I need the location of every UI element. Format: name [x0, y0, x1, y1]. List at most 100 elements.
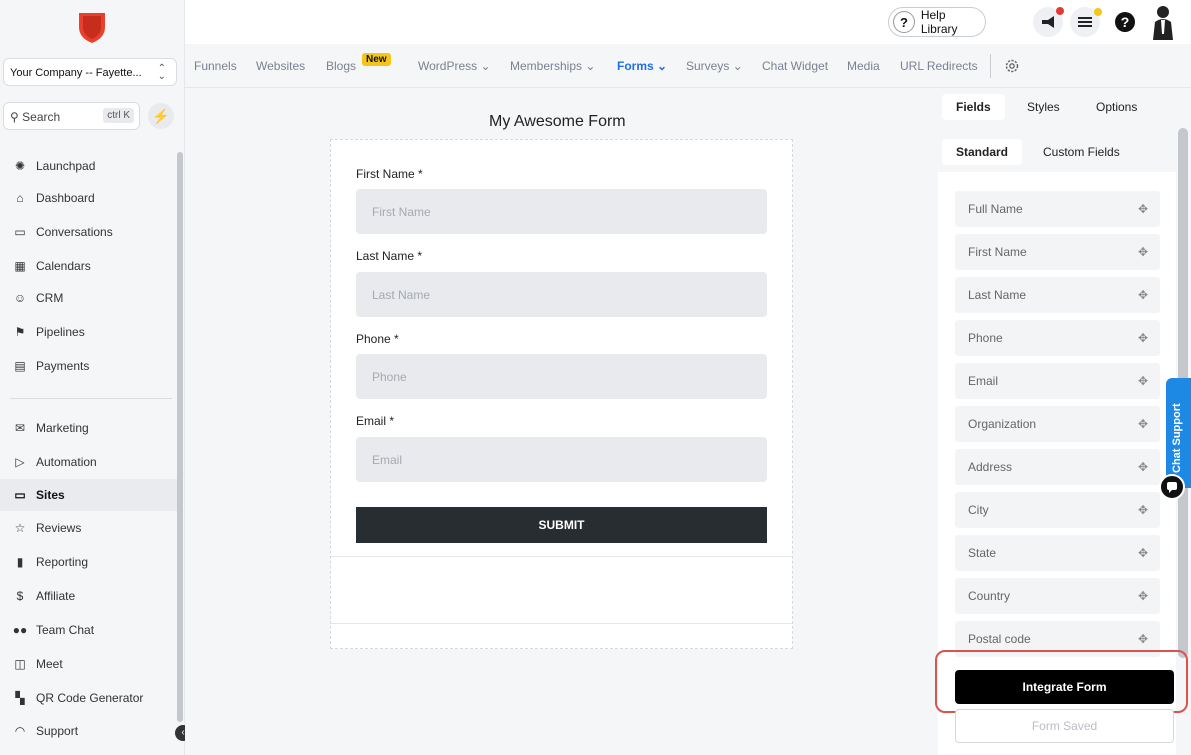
field-item-label: State [968, 546, 997, 560]
dollar-icon: $ [16, 589, 24, 603]
sidebar-item-reviews[interactable]: ☆ Reviews [0, 512, 178, 544]
tab-surveys[interactable]: Surveys ⌄ [686, 59, 743, 73]
help-circle-icon[interactable]: ? [1110, 7, 1140, 37]
sidebar-item-qr-code-generator[interactable]: ▚ QR Code Generator [0, 682, 178, 714]
tab-memberships[interactable]: Memberships ⌄ [510, 59, 595, 73]
sidebar-item-label: Payments [36, 359, 90, 373]
chevron-updown-icon: ⌃ ⌄ [157, 63, 166, 82]
email-label: Email * [356, 414, 395, 428]
field-item-label: Country [968, 589, 1011, 603]
field-item[interactable]: Phone ✥ [955, 320, 1160, 356]
sidebar-item-calendars[interactable]: ▦ Calendars [0, 250, 178, 282]
user-avatar[interactable] [1148, 4, 1178, 40]
last-name-input[interactable]: Last Name [356, 272, 767, 317]
sidebar-item-sites[interactable]: ▭ Sites [0, 479, 178, 511]
gear-icon[interactable] [1004, 58, 1020, 77]
drag-move-icon[interactable]: ✥ [1138, 632, 1148, 646]
sidebar-item-conversations[interactable]: ▭ Conversations [0, 216, 178, 248]
sidebar-item-label: Meet [36, 657, 63, 671]
tab-url-redirects[interactable]: URL Redirects [900, 59, 978, 73]
sidebar-item-label: CRM [36, 291, 64, 305]
field-item[interactable]: First Name ✥ [955, 234, 1160, 270]
play-icon: ▷ [15, 455, 25, 469]
drag-move-icon[interactable]: ✥ [1138, 288, 1148, 302]
sidebar-item-label: Support [36, 724, 79, 738]
sidebar-item-launchpad[interactable]: ✺ Launchpad [0, 150, 178, 182]
users-icon: ☺ [13, 291, 27, 305]
tab-forms[interactable]: Forms ⌄ [617, 59, 667, 73]
sidebar-item-dashboard[interactable]: ⌂ Dashboard [0, 182, 178, 214]
field-item-label: Last Name [968, 288, 1027, 302]
field-item[interactable]: State ✥ [955, 535, 1160, 571]
sidebar-item-payments[interactable]: ▤ Payments [0, 350, 178, 382]
field-item[interactable]: Organization ✥ [955, 406, 1160, 442]
subtab-custom-fields[interactable]: Custom Fields [1043, 145, 1120, 159]
field-item[interactable]: Address ✥ [955, 449, 1160, 485]
drag-move-icon[interactable]: ✥ [1138, 503, 1148, 517]
new-badge: New [362, 53, 391, 66]
first-name-input[interactable]: First Name [356, 189, 767, 234]
drag-move-icon[interactable]: ✥ [1138, 374, 1148, 388]
tab-media[interactable]: Media [847, 59, 880, 73]
form-section-divider [331, 623, 792, 624]
question-icon: ? [893, 11, 915, 33]
tab-wordpress[interactable]: WordPress ⌄ [418, 59, 491, 73]
drag-move-icon[interactable]: ✥ [1138, 417, 1148, 431]
sidebar-item-marketing[interactable]: ✉ Marketing [0, 412, 178, 444]
sidebar: Your Company -- Fayette... ⌃ ⌄ ⚲ Search c… [0, 0, 191, 755]
sidebar-item-reporting[interactable]: ▮ Reporting [0, 546, 178, 578]
field-item[interactable]: Email ✥ [955, 363, 1160, 399]
submit-button[interactable]: SUBMIT [356, 507, 767, 543]
launchpad-icon: ✺ [14, 159, 26, 173]
drag-move-icon[interactable]: ✥ [1138, 331, 1148, 345]
sidebar-item-pipelines[interactable]: ⚑ Pipelines [0, 316, 178, 348]
field-item-label: First Name [968, 245, 1027, 259]
search-label: Search [22, 110, 61, 124]
chat-bubble-icon[interactable] [1159, 474, 1185, 500]
company-switcher[interactable]: Your Company -- Fayette... ⌃ ⌄ [3, 58, 177, 86]
drag-move-icon[interactable]: ✥ [1138, 546, 1148, 560]
drag-move-icon[interactable]: ✥ [1138, 589, 1148, 603]
sidebar-item-affiliate[interactable]: $ Affiliate [0, 580, 178, 612]
drag-move-icon[interactable]: ✥ [1138, 202, 1148, 216]
sidebar-scrollbar[interactable] [177, 152, 183, 722]
sidebar-item-label: Automation [36, 455, 97, 469]
sidebar-item-meet[interactable]: ◫ Meet [0, 648, 178, 680]
sidebar-item-team-chat[interactable]: ●● Team Chat [0, 614, 178, 646]
field-item[interactable]: Country ✥ [955, 578, 1160, 614]
integrate-form-button[interactable]: Integrate Form [955, 670, 1174, 704]
sidebar-item-label: Conversations [36, 225, 113, 239]
sidebar-item-label: Sites [36, 488, 65, 502]
drag-move-icon[interactable]: ✥ [1138, 460, 1148, 474]
email-input[interactable]: Email [356, 437, 767, 482]
tab-websites[interactable]: Websites [256, 59, 305, 73]
tab-blogs[interactable]: Blogs [326, 59, 356, 73]
phone-input[interactable]: Phone [356, 354, 767, 399]
sidebar-item-label: Marketing [36, 421, 89, 435]
sidebar-item-support[interactable]: ◠ Support [0, 715, 178, 747]
help-library-button[interactable]: ? Help Library [888, 7, 986, 37]
chat-support-tab[interactable]: Chat Support [1166, 378, 1191, 488]
subtab-standard[interactable]: Standard [942, 139, 1023, 165]
brand-logo[interactable] [77, 10, 107, 44]
sidebar-item-crm[interactable]: ☺ CRM [0, 282, 178, 314]
first-name-label: First Name * [356, 167, 423, 181]
sidebar-item-label: Pipelines [36, 325, 85, 339]
field-item[interactable]: Last Name ✥ [955, 277, 1160, 313]
tab-chat-widget[interactable]: Chat Widget [762, 59, 828, 73]
search-button[interactable]: ⚲ Search ctrl K [3, 102, 140, 130]
tab-fields[interactable]: Fields [942, 94, 1005, 120]
sidebar-item-automation[interactable]: ▷ Automation [0, 446, 178, 478]
drag-move-icon[interactable]: ✥ [1138, 245, 1148, 259]
field-item[interactable]: City ✥ [955, 492, 1160, 528]
field-item[interactable]: Full Name ✥ [955, 191, 1160, 227]
monitor-icon: ▭ [14, 488, 26, 502]
tab-funnels[interactable]: Funnels [194, 59, 237, 73]
sidebar-item-label: QR Code Generator [36, 691, 144, 705]
headset-icon: ◠ [14, 724, 26, 738]
quick-action-bolt-icon[interactable]: ⚡ [148, 103, 174, 129]
form-saved-button[interactable]: Form Saved [955, 709, 1174, 743]
help-library-label: Help Library [920, 8, 958, 36]
tab-styles[interactable]: Styles [1027, 100, 1060, 114]
tab-options[interactable]: Options [1096, 100, 1137, 114]
